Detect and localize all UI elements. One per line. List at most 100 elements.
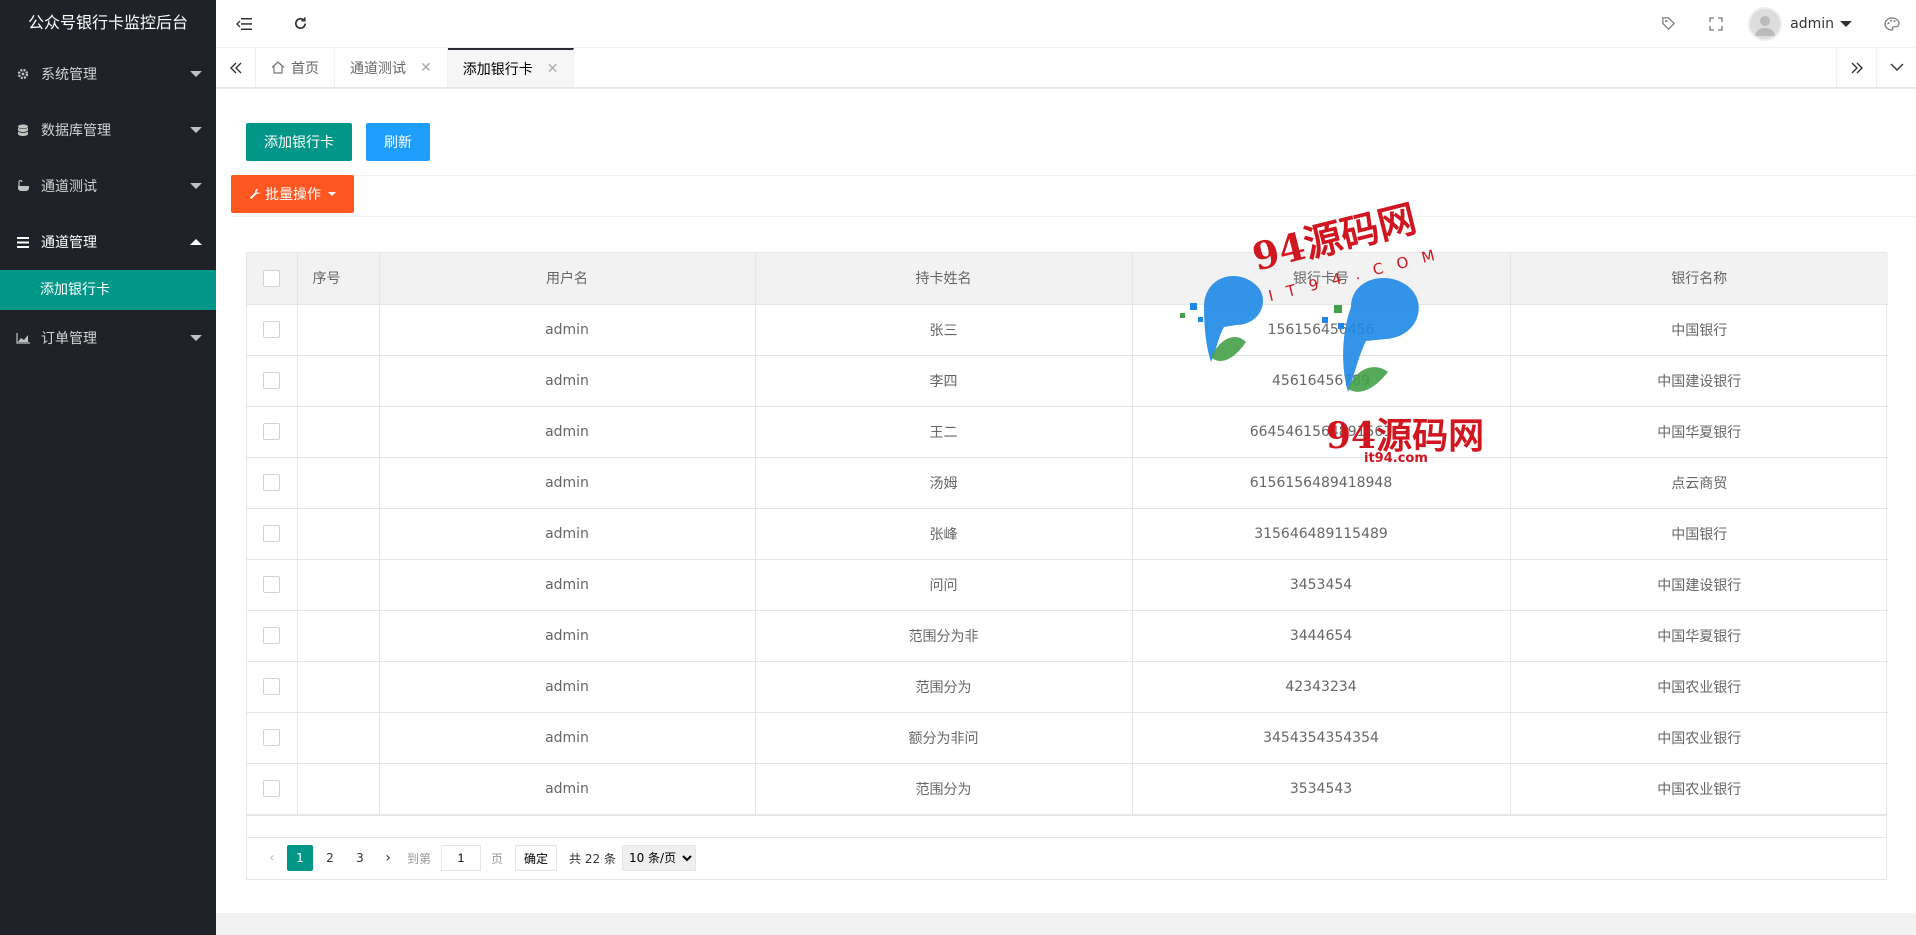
username-cell: admin: [379, 712, 756, 764]
table-row[interactable]: admin 张峰 315646489115489 中国银行: [247, 508, 1888, 560]
bank-name-cell: 中国农业银行: [1510, 661, 1888, 713]
page-number[interactable]: 2: [317, 845, 343, 871]
sidebar-item-channel-manage[interactable]: 通道管理: [0, 214, 216, 270]
sidebar-item-system[interactable]: 系统管理: [0, 46, 216, 102]
column-header[interactable]: 银行卡号: [1132, 253, 1511, 305]
username-cell: admin: [379, 304, 756, 356]
pagination: ‹ 1 2 3 › 到第 页 确定 共 22 条 10 条/页: [247, 836, 1886, 879]
username-cell: admin: [379, 559, 756, 611]
index-cell: [297, 508, 380, 560]
index-cell: [297, 763, 380, 815]
row-checkbox[interactable]: [263, 474, 281, 491]
app-title: 公众号银行卡监控后台: [27, 13, 188, 32]
row-checkbox[interactable]: [263, 321, 281, 338]
index-cell: [297, 304, 380, 356]
chevron-up-icon: [190, 239, 202, 245]
username-cell: admin: [379, 610, 756, 662]
bank-name-cell: 中国华夏银行: [1510, 406, 1888, 458]
table-row[interactable]: admin 范围分为非 3444654 中国华夏银行: [247, 610, 1888, 662]
holder-name-cell: 范围分为: [755, 763, 1133, 815]
column-header[interactable]: 用户名: [379, 253, 756, 305]
theme-button[interactable]: [1872, 0, 1912, 48]
tag-button[interactable]: [1644, 0, 1692, 48]
total-count: 共 22 条: [569, 851, 616, 866]
fullscreen-button[interactable]: [1692, 0, 1740, 48]
sidebar-item-label: 数据库管理: [41, 123, 111, 139]
add-bankcard-button[interactable]: 添加银行卡: [246, 123, 352, 161]
table-row[interactable]: admin 范围分为 42343234 中国农业银行: [247, 661, 1888, 713]
close-icon[interactable]: ✕: [420, 60, 432, 76]
row-checkbox[interactable]: [263, 372, 281, 389]
row-checkbox[interactable]: [263, 423, 281, 440]
tabs-menu-button[interactable]: [1876, 48, 1916, 87]
row-select-cell: [247, 661, 298, 713]
page-size-select[interactable]: 10 条/页: [621, 845, 696, 871]
table-row[interactable]: admin 李四 45616456789 中国建设银行: [247, 355, 1888, 407]
sidebar-item-orders[interactable]: 订单管理: [0, 310, 216, 366]
bathtub-icon: [15, 178, 31, 194]
tab-label: 通道测试: [350, 60, 406, 77]
row-checkbox[interactable]: [263, 729, 281, 746]
column-header[interactable]: 序号: [297, 253, 380, 305]
tabs-scroll-right-button[interactable]: [1836, 48, 1876, 87]
row-checkbox[interactable]: [263, 678, 281, 695]
bank-name-cell: 中国建设银行: [1510, 355, 1888, 407]
main-content: 添加银行卡 刷新 批量操作 序号 用户名 持卡姓名 银行卡号 银行名称 admi…: [216, 89, 1916, 913]
sidebar-subitem-add-bankcard[interactable]: 添加银行卡: [0, 270, 216, 310]
sidebar-item-label: 订单管理: [41, 331, 97, 347]
tab-add-bankcard[interactable]: 添加银行卡 ✕: [447, 48, 575, 87]
tabs-scroll-left-button[interactable]: [216, 48, 256, 87]
row-checkbox[interactable]: [263, 576, 281, 593]
avatar[interactable]: [1748, 6, 1783, 41]
row-select-cell: [247, 304, 298, 356]
row-select-cell: [247, 508, 298, 560]
caret-down-icon: [328, 192, 336, 196]
index-cell: [297, 712, 380, 764]
tab-channel-test[interactable]: 通道测试 ✕: [335, 48, 448, 87]
page-unit-label: 页: [491, 851, 504, 866]
close-icon[interactable]: ✕: [547, 61, 559, 77]
refresh-list-button[interactable]: 刷新: [366, 123, 430, 161]
index-cell: [297, 355, 380, 407]
card-number-cell: 6156156489418948: [1132, 457, 1511, 509]
menu-collapse-button[interactable]: [216, 0, 272, 48]
area-chart-icon: [15, 330, 31, 346]
sidebar-item-channel-test[interactable]: 通道测试: [0, 158, 216, 214]
batch-operation-button[interactable]: 批量操作: [231, 175, 354, 213]
bank-name-cell: 点云商贸: [1510, 457, 1888, 509]
table-row[interactable]: admin 问问 3453454 中国建设银行: [247, 559, 1888, 611]
next-page-icon[interactable]: ›: [375, 850, 401, 866]
topbar: admin: [216, 0, 1916, 48]
index-cell: [297, 610, 380, 662]
holder-name-cell: 问问: [755, 559, 1133, 611]
row-checkbox[interactable]: [263, 525, 281, 542]
row-checkbox[interactable]: [263, 780, 281, 797]
row-checkbox[interactable]: [263, 627, 281, 644]
tab-home[interactable]: 首页: [256, 48, 335, 87]
refresh-button[interactable]: [272, 0, 328, 48]
holder-name-cell: 汤姆: [755, 457, 1133, 509]
goto-confirm-button[interactable]: 确定: [515, 845, 558, 871]
table-row[interactable]: admin 汤姆 6156156489418948 点云商贸: [247, 457, 1888, 509]
chevron-down-icon: [190, 183, 202, 189]
table-row[interactable]: admin 额分为非问 3454354354354 中国农业银行: [247, 712, 1888, 764]
table-row[interactable]: admin 范围分为 3534543 中国农业银行: [247, 763, 1888, 815]
table-row[interactable]: admin 王二 6645461564891561 中国华夏银行: [247, 406, 1888, 458]
toolbar: 添加银行卡 刷新: [246, 123, 430, 161]
username[interactable]: admin: [1790, 16, 1834, 32]
username-cell: admin: [379, 355, 756, 407]
refresh-icon: [294, 17, 306, 29]
wrench-icon: [250, 189, 260, 199]
page-number[interactable]: 3: [347, 845, 373, 871]
column-header[interactable]: 持卡姓名: [755, 253, 1133, 305]
prev-page-icon[interactable]: ‹: [259, 850, 285, 866]
bank-name-cell: 中国农业银行: [1510, 712, 1888, 764]
table-row[interactable]: admin 张三 156156456456 中国银行: [247, 304, 1888, 356]
column-header[interactable]: 银行名称: [1510, 253, 1888, 305]
sidebar-item-database[interactable]: 数据库管理: [0, 102, 216, 158]
row-select-cell: [247, 457, 298, 509]
caret-down-icon[interactable]: [1840, 20, 1852, 27]
goto-page-input[interactable]: [441, 845, 482, 871]
page-number[interactable]: 1: [287, 845, 313, 871]
select-all-checkbox[interactable]: [263, 269, 281, 287]
